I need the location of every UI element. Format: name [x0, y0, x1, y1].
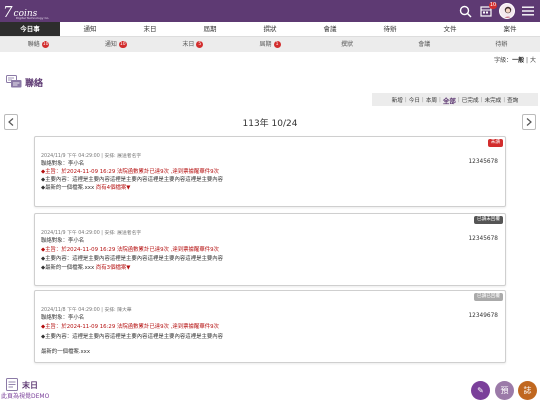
- tab-drafting[interactable]: 撰狀: [240, 22, 300, 36]
- card-file-line: ◆最新的一個檔案.xxx 尚有3個檔案▼: [41, 263, 130, 271]
- chevron-right-icon: [526, 118, 532, 126]
- filter-this-week[interactable]: 本周: [426, 96, 437, 104]
- filter-separator: |: [503, 96, 506, 103]
- tab-notice[interactable]: 通知: [60, 22, 120, 36]
- card-content: ◆主要內容：這裡是主要內容這裡是主要內容這裡是主要內容這裡是主要內容: [41, 256, 224, 262]
- status-badge: 已讀已回覆: [474, 293, 503, 301]
- filter-today[interactable]: 今日: [409, 96, 420, 104]
- contact-card[interactable]: 已讀未回覆 2024/11/9 下午 04:29:00 | 安排: 展送者名字 …: [34, 213, 506, 286]
- tab-expiry[interactable]: 屆期: [180, 22, 240, 36]
- avatar[interactable]: [499, 3, 515, 19]
- log-fab-button[interactable]: 誌: [518, 381, 537, 400]
- search-icon[interactable]: [457, 3, 473, 19]
- more-files-link[interactable]: 尚有3個檔案▼: [96, 265, 131, 271]
- status-badge: 未讀: [487, 139, 503, 147]
- tab-meeting[interactable]: 會議: [300, 22, 360, 36]
- card-subject: ◆主旨：於2024-11-09 16:29 法院函數累計已達9次 ,達到票據醒華…: [41, 247, 219, 253]
- filter-separator: |: [480, 96, 483, 103]
- card-subject: ◆主旨：於2024-11-09 16:29 法院函數累計已達9次 ,達到票據醒華…: [41, 324, 219, 330]
- section-header: 聯絡: [6, 73, 43, 92]
- tab-deadline[interactable]: 末日: [120, 22, 180, 36]
- count-badge: 10: [41, 41, 50, 48]
- card-subject: ◆主旨：於2024-11-09 16:29 法院函數累計已達9次 ,達到票據醒華…: [41, 169, 219, 175]
- demo-label: 此頁為視覺DEMO: [1, 393, 50, 400]
- more-files-link[interactable]: 尚有4個檔案▼: [96, 185, 131, 191]
- subtab-drafting[interactable]: 撰狀: [309, 37, 386, 52]
- filter-incomplete[interactable]: 未完成: [484, 96, 501, 104]
- filter-new[interactable]: 新增: [392, 96, 403, 104]
- subtab-todo[interactable]: 待辦: [463, 37, 540, 52]
- subtab-expiry[interactable]: 屆期 1: [231, 37, 308, 52]
- card-phone: 12349678: [468, 313, 498, 319]
- card-meta: 2024/11/9 下午 04:29:00 | 安排: 展送者名字: [41, 231, 142, 236]
- card-file-line: ◆最新的一個檔案.xxx 尚有4個檔案▼: [41, 183, 130, 191]
- subtab-label: 撰狀: [341, 41, 354, 48]
- subtab-label: 待辦: [495, 41, 508, 48]
- card-contact: 聯絡對象：李小名: [41, 161, 85, 167]
- subtab-notice[interactable]: 通知 10: [77, 37, 154, 52]
- card-meta: 2024/11/9 下午 04:29:00 | 安排: 展送者名字: [41, 154, 142, 159]
- card-phone: 12345678: [468, 236, 498, 242]
- menu-icon[interactable]: [520, 3, 536, 19]
- tab-today[interactable]: 今日事: [0, 22, 60, 36]
- font-size-separator: |: [526, 57, 529, 64]
- tab-todo[interactable]: 待辦: [360, 22, 420, 36]
- filter-separator: |: [421, 96, 424, 103]
- contact-icon: [6, 73, 22, 92]
- card-file[interactable]: 最新的一個檔案.xxx: [41, 347, 90, 355]
- subtab-label: 聯絡: [27, 41, 40, 48]
- subtab-meeting[interactable]: 會議: [386, 37, 463, 52]
- font-size-switch: 字級：一般 | 大: [494, 55, 536, 64]
- app-logo[interactable]: 7 coins Digital Technology Co.: [3, 2, 49, 21]
- card-contact: 聯絡對象：李小名: [41, 315, 85, 321]
- logo-subtitle: Digital Technology Co.: [16, 16, 50, 20]
- contact-card[interactable]: 未讀 2024/11/9 下午 04:29:00 | 安排: 展送者名字 聯絡對…: [34, 136, 506, 207]
- sub-tabs: 聯絡 10 通知 10 末日 5 屆期 1 撰狀 會議 待辦: [0, 37, 540, 52]
- date-navigator: 113年 10/24: [4, 114, 536, 130]
- card-meta: 2024/11/8 下午 04:29:00 | 安排: 陳大華: [41, 308, 132, 313]
- status-badge: 已讀未回覆: [474, 216, 503, 224]
- preview-fab-button[interactable]: 預: [495, 381, 514, 400]
- filter-search[interactable]: 查詢: [507, 96, 518, 104]
- edit-fab-button[interactable]: ✎: [471, 381, 490, 400]
- card-file[interactable]: ◆最新的一個檔案.xxx: [41, 265, 94, 271]
- filter-separator: |: [439, 96, 441, 103]
- calendar-notification-icon[interactable]: 10: [478, 2, 497, 19]
- contact-card[interactable]: 已讀已回覆 2024/11/8 下午 04:29:00 | 安排: 陳大華 聯絡…: [34, 290, 506, 363]
- filter-separator: |: [457, 96, 460, 103]
- date-label: 113年 10/24: [242, 119, 298, 129]
- filter-bar: 新增 | 今日 | 本周 | 全部 | 已完成 | 未完成 | 查詢: [372, 93, 538, 106]
- tab-documents[interactable]: 文件: [420, 22, 480, 36]
- next-date-button[interactable]: [522, 114, 536, 130]
- logo-number: 7: [3, 3, 13, 21]
- filter-all[interactable]: 全部: [443, 95, 456, 105]
- filter-separator: |: [404, 96, 407, 103]
- card-phone: 12345678: [468, 159, 498, 165]
- font-size-label: 字級：: [494, 57, 513, 64]
- card-content: ◆主要內容：這裡是主要內容這裡是主要內容這裡是主要內容這裡是主要內容: [41, 334, 224, 340]
- count-badge: 1: [273, 41, 281, 48]
- main-tabs: 今日事 通知 末日 屆期 撰狀 會議 待辦 文件 案件: [0, 22, 540, 37]
- card-file[interactable]: ◆最新的一個檔案.xxx: [41, 185, 94, 191]
- count-badge: 5: [196, 41, 204, 48]
- bottom-section-title: 末日: [22, 381, 38, 390]
- top-icons: 10: [457, 2, 536, 20]
- subtab-deadline[interactable]: 末日 5: [154, 37, 231, 52]
- card-contact: 聯絡對象：李小名: [41, 238, 85, 244]
- pencil-icon: ✎: [477, 386, 484, 395]
- count-badge: 10: [118, 41, 127, 48]
- top-bar: 7 coins Digital Technology Co. 10: [0, 0, 540, 22]
- card-content: ◆主要內容：這裡是主要內容這裡是主要內容這裡是主要內容這裡是主要內容: [41, 177, 224, 183]
- font-size-normal[interactable]: 一般: [512, 57, 524, 64]
- subtab-label: 通知: [104, 41, 117, 48]
- notification-count-badge: 10: [489, 2, 497, 9]
- tab-cases[interactable]: 案件: [480, 22, 540, 36]
- section-title: 聯絡: [25, 79, 44, 89]
- subtab-contact[interactable]: 聯絡 10: [0, 37, 77, 52]
- subtab-label: 末日: [182, 41, 195, 48]
- font-size-large[interactable]: 大: [530, 57, 536, 64]
- filter-completed[interactable]: 已完成: [462, 96, 479, 104]
- subtab-label: 屆期: [259, 41, 272, 48]
- subtab-label: 會議: [418, 41, 431, 48]
